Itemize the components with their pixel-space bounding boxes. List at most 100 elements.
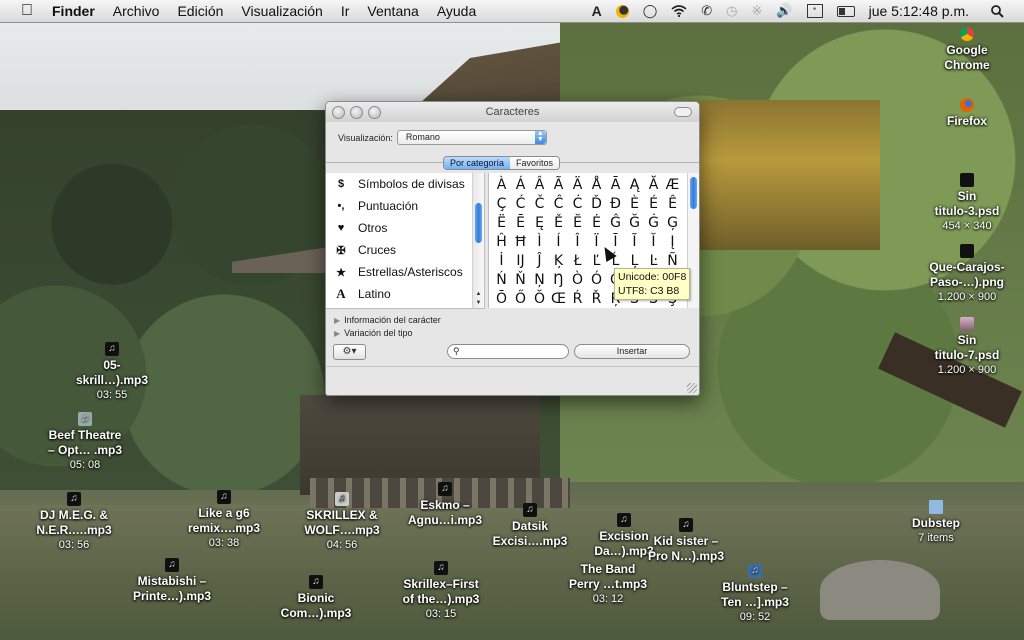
disclosure-character-info[interactable]: ▶ Información del carácter <box>334 315 441 325</box>
character-cell[interactable]: Ò <box>568 271 587 290</box>
category-item-latino[interactable]: A Latino <box>326 283 484 305</box>
character-cell[interactable]: È <box>625 195 644 214</box>
desktop-icon-firefox[interactable]: Firefox <box>925 98 1009 129</box>
scroll-thumb[interactable] <box>475 203 482 243</box>
character-cell[interactable]: Ģ <box>663 214 682 233</box>
character-cell[interactable]: Đ <box>606 195 625 214</box>
desktop-icon-dj-meg[interactable]: ♫ DJ M.E.G. & N.E.R.….mp3 03: 56 <box>24 492 124 553</box>
character-cell[interactable]: Ã <box>549 176 568 195</box>
character-cell[interactable]: Ē <box>511 214 530 233</box>
close-button[interactable] <box>332 106 345 119</box>
character-cell[interactable]: Ó <box>587 271 606 290</box>
menu-ir[interactable]: Ir <box>341 3 350 19</box>
character-cell[interactable]: Ĥ <box>492 233 511 252</box>
minimize-button[interactable] <box>350 106 363 119</box>
menu-visualizacion[interactable]: Visualización <box>241 3 322 19</box>
character-cell[interactable]: Ė <box>587 214 606 233</box>
phone-icon[interactable]: ✆ <box>701 0 712 22</box>
character-cell[interactable]: Ő <box>511 290 530 308</box>
category-scrollbar[interactable]: ▲ ▼ <box>472 173 484 308</box>
insert-button[interactable]: Insertar <box>574 344 690 359</box>
character-cell[interactable]: İ <box>492 252 511 271</box>
desktop-icon-bluntstep[interactable]: ♫ Bluntstep – Ten …].mp3 09: 52 <box>705 564 805 625</box>
title-bar[interactable]: Caracteres <box>326 102 699 122</box>
menu-ventana[interactable]: Ventana <box>367 3 418 19</box>
adobe-icon[interactable]: A <box>592 0 602 22</box>
character-cell[interactable]: Ŕ <box>568 290 587 308</box>
tab-favoritos[interactable]: Favoritos <box>510 157 560 169</box>
apple-icon[interactable]:  <box>18 2 36 20</box>
character-cell[interactable]: Ê <box>663 195 682 214</box>
disclosure-font-variation[interactable]: ▶ Variación del tipo <box>334 328 413 338</box>
character-cell[interactable]: Œ <box>549 290 568 308</box>
character-cell[interactable]: Ġ <box>644 214 663 233</box>
category-item-puntuacion[interactable]: •, Puntuación <box>326 195 484 217</box>
battery-icon[interactable] <box>836 0 855 22</box>
desktop-icon-datsik[interactable]: ♫ Datsik Excisi….mp3 <box>480 503 580 549</box>
character-cell[interactable]: Ę <box>530 214 549 233</box>
character-cell[interactable]: Ō <box>492 290 511 308</box>
character-cell[interactable]: Ĵ <box>530 252 549 271</box>
character-cell[interactable]: Ĝ <box>606 214 625 233</box>
toolbar-toggle-button[interactable] <box>674 107 692 117</box>
zoom-button[interactable] <box>368 106 381 119</box>
character-cell[interactable]: Ĭ <box>644 233 663 252</box>
character-cell[interactable]: Â <box>530 176 549 195</box>
character-cell[interactable]: Ë <box>492 214 511 233</box>
menu-ayuda[interactable]: Ayuda <box>437 3 476 19</box>
spotlight-icon[interactable] <box>991 0 1004 22</box>
search-field[interactable]: ⚲ <box>447 344 569 359</box>
character-cell[interactable]: À <box>492 176 511 195</box>
character-cell[interactable]: Ņ <box>530 271 549 290</box>
category-item-estrellas[interactable]: ★ Estrellas/Asteriscos <box>326 261 484 283</box>
category-item-divisas[interactable]: $ Símbolos de divisas <box>326 173 484 195</box>
character-cell[interactable]: Į <box>663 233 682 252</box>
character-cell[interactable]: Ċ <box>568 195 587 214</box>
character-cell[interactable]: Ĕ <box>568 214 587 233</box>
character-cell[interactable]: Ŏ <box>530 290 549 308</box>
desktop-icon-the-band-perry[interactable]: ♫ The Band Perry …t.mp3 03: 12 <box>558 546 658 607</box>
scroll-arrows[interactable]: ▲ ▼ <box>473 290 484 308</box>
character-cell[interactable]: Ç <box>492 195 511 214</box>
desktop-icon-que-carajos[interactable]: Que-Carajos- Paso-…).png 1.200 × 900 <box>915 244 1019 305</box>
character-cell[interactable]: Ř <box>587 290 606 308</box>
character-cell[interactable]: É <box>644 195 663 214</box>
menu-finder[interactable]: Finder <box>52 3 95 19</box>
desktop-icon-google-chrome[interactable]: Google Chrome <box>925 27 1009 73</box>
volume-icon[interactable]: 🔊 <box>776 0 792 22</box>
resize-grip[interactable] <box>687 383 697 393</box>
character-cell[interactable]: Ň <box>511 271 530 290</box>
clock[interactable]: jue 5:12:48 p.m. <box>869 3 969 19</box>
character-cell[interactable]: Ā <box>606 176 625 195</box>
desktop-icon-like-a-g6[interactable]: ♫ Like a g6 remix….mp3 03: 38 <box>174 490 274 551</box>
desktop-icon-bionic[interactable]: ♫ Bionic Com…).mp3 <box>266 575 366 621</box>
character-cell[interactable]: Ĉ <box>549 195 568 214</box>
category-item-otros[interactable]: ♥ Otros <box>326 217 484 239</box>
category-item-cruces[interactable]: ✠ Cruces <box>326 239 484 261</box>
keyboard-viewer-icon[interactable]: * <box>806 0 823 22</box>
growl-icon[interactable]: ◯ <box>643 0 658 22</box>
character-cell[interactable]: Ą <box>625 176 644 195</box>
character-cell[interactable]: Á <box>511 176 530 195</box>
character-cell[interactable]: Ń <box>492 271 511 290</box>
character-cell[interactable]: Ğ <box>625 214 644 233</box>
desktop-icon-sin-titulo-7[interactable]: Sin titulo-7.psd 1.200 × 900 <box>920 317 1014 378</box>
menu-edicion[interactable]: Edición <box>177 3 223 19</box>
time-machine-icon[interactable]: ◷ <box>726 0 737 22</box>
character-cell[interactable]: Ă <box>644 176 663 195</box>
desktop-icon-dubstep-folder[interactable]: Dubstep 7 items <box>896 500 976 546</box>
action-menu-button[interactable]: ⚙▾ <box>333 344 366 360</box>
character-cell[interactable]: Ĳ <box>511 252 530 271</box>
scroll-thumb[interactable] <box>690 177 697 209</box>
character-cell[interactable]: Ł <box>568 252 587 271</box>
desktop-icon-mistabishi[interactable]: ♫ Mistabishi – Printe…).mp3 <box>122 558 222 604</box>
character-cell[interactable]: Ĩ <box>625 233 644 252</box>
desktop-icon-skrillex-wolf[interactable]: ♫ SKRILLEX & WOLF….mp3 04: 56 <box>292 492 392 553</box>
desktop-icon-skrillex-first[interactable]: ♫ Skrillex–First of the…).mp3 03: 15 <box>391 561 491 622</box>
character-cell[interactable]: Æ <box>663 176 682 195</box>
character-cell[interactable]: Å <box>587 176 606 195</box>
character-cell[interactable]: Ì <box>530 233 549 252</box>
character-cell[interactable]: Î <box>568 233 587 252</box>
character-cell[interactable]: Ě <box>549 214 568 233</box>
desktop-icon-sin-titulo-3[interactable]: Sin titulo-3.psd 454 × 340 <box>920 173 1014 234</box>
